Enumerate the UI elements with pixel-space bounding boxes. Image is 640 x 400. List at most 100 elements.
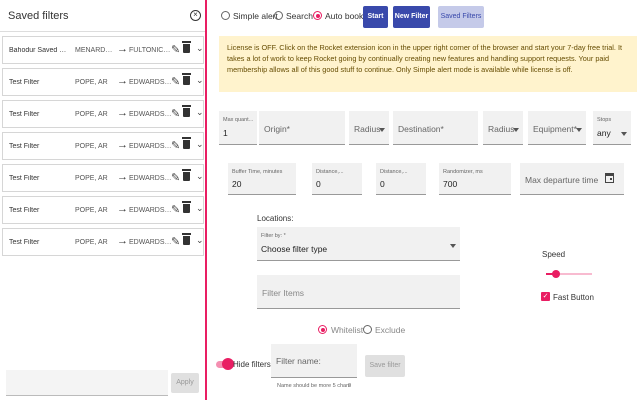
destination-radius-label: Radius <box>488 124 515 134</box>
distance-max-label: Distance,... <box>380 169 408 175</box>
max-quantity-label: Max quant... <box>223 117 254 123</box>
start-button[interactable]: Start <box>363 6 388 28</box>
chevron-down-icon[interactable]: ⌄ <box>196 139 204 150</box>
distance-max-field[interactable]: Distance,... 0 <box>376 163 426 195</box>
edit-icon[interactable]: ✎ <box>171 139 180 152</box>
license-notice: License is OFF. Click on the Rocket exte… <box>219 36 637 92</box>
caret-down-icon <box>379 128 385 132</box>
randomizer-field[interactable]: Randomizer, ms 700 <box>439 163 511 195</box>
distance-min-value: 0 <box>316 179 321 189</box>
trash-icon[interactable] <box>182 169 191 181</box>
destination-radius-select[interactable]: Radius <box>483 111 523 145</box>
filter-origin: POPE, AR <box>75 175 108 182</box>
chevron-down-icon[interactable]: ⌄ <box>196 203 204 214</box>
buffer-time-field[interactable]: Buffer Time, minutes 20 <box>228 163 296 195</box>
edit-icon[interactable]: ✎ <box>171 75 180 88</box>
save-filter-button[interactable]: Save filter <box>365 355 405 377</box>
edit-icon[interactable]: ✎ <box>171 235 180 248</box>
filter-destination: EDWARDS, TX <box>129 239 173 246</box>
edit-icon[interactable]: ✎ <box>171 43 180 56</box>
trash-icon[interactable] <box>182 137 191 149</box>
origin-radius-select[interactable]: Radius <box>349 111 389 145</box>
destination-input[interactable]: Destination* <box>393 111 478 145</box>
mode-search-radio[interactable] <box>274 11 283 20</box>
randomizer-value: 700 <box>443 179 458 189</box>
speed-label: Speed <box>542 250 566 259</box>
saved-filter-row[interactable]: Bahodur Saved Filter MENARDAN... → FULTO… <box>2 36 204 64</box>
speed-slider-thumb[interactable] <box>552 270 560 278</box>
close-icon[interactable]: × <box>190 10 201 21</box>
locations-label: Locations: <box>257 214 294 223</box>
filter-origin: POPE, AR <box>75 111 108 118</box>
chevron-down-icon[interactable]: ⌄ <box>196 107 204 118</box>
trash-icon[interactable] <box>182 233 191 245</box>
stops-select[interactable]: Stops any <box>593 111 631 145</box>
max-departure-time-input[interactable]: Max departure time <box>520 163 624 195</box>
saved-filter-row[interactable]: Test Filter POPE, AR → EDWARDS, TX ✎ ⌄ <box>2 164 204 192</box>
saved-filter-row[interactable]: Test Filter POPE, AR → EDWARDS, TX ✎ ⌄ <box>2 196 204 224</box>
filter-destination: EDWARDS, TX <box>129 207 173 214</box>
filter-name-input[interactable]: Filter name: <box>271 344 357 378</box>
filter-name: Bahodur Saved Filter <box>9 47 67 54</box>
calendar-icon[interactable] <box>605 172 614 183</box>
trash-icon[interactable] <box>182 73 191 85</box>
saved-filter-row[interactable]: Test Filter POPE, AR → EDWARDS, TX ✎ ⌄ <box>2 68 204 96</box>
fast-button-checkbox[interactable]: ✓ <box>541 292 550 301</box>
new-filter-button[interactable]: New Filter <box>393 6 430 28</box>
stops-label: Stops <box>597 117 612 123</box>
filter-name: Test Filter <box>9 239 40 246</box>
equipment-label: Equipment* <box>533 124 577 134</box>
origin-input[interactable]: Origin* <box>259 111 345 145</box>
filter-origin: MENARDAN... <box>75 47 115 54</box>
filter-origin: POPE, AR <box>75 143 108 150</box>
mode-auto-book-radio[interactable] <box>313 11 322 20</box>
filter-by-label: Filter by: * <box>261 233 286 239</box>
filter-destination: EDWARDS, TX <box>129 175 173 182</box>
filter-name-counter: 0 <box>348 383 352 389</box>
exclude-radio[interactable] <box>363 325 372 334</box>
buffer-time-value: 20 <box>232 179 242 189</box>
mode-simple-alert-radio[interactable] <box>221 11 230 20</box>
saved-filter-row[interactable]: Test Filter POPE, AR → EDWARDS, TX ✎ ⌄ <box>2 132 204 160</box>
max-quantity-value: 1 <box>223 128 228 138</box>
saved-filter-row[interactable]: Test Filter POPE, AR → EDWARDS, TX ✎ ⌄ <box>2 100 204 128</box>
edit-icon[interactable]: ✎ <box>171 171 180 184</box>
caret-down-icon <box>621 132 627 136</box>
filter-origin: POPE, AR <box>75 207 108 214</box>
filter-name: Test Filter <box>9 79 40 86</box>
max-quantity-field[interactable]: Max quant... 1 <box>219 111 257 145</box>
saved-filters-search-input[interactable] <box>6 370 168 396</box>
distance-min-field[interactable]: Distance,... 0 <box>312 163 362 195</box>
filter-items-placeholder: Filter Items <box>262 288 305 298</box>
chevron-down-icon[interactable]: ⌄ <box>196 75 204 86</box>
caret-down-icon <box>576 128 582 132</box>
whitelist-radio[interactable] <box>318 325 327 334</box>
saved-filters-button[interactable]: Saved Filters <box>438 6 484 28</box>
saved-filters-header: Saved filters × <box>0 0 205 32</box>
edit-icon[interactable]: ✎ <box>171 107 180 120</box>
chevron-down-icon[interactable]: ⌄ <box>196 171 204 182</box>
chevron-down-icon[interactable]: ⌄ <box>196 235 204 246</box>
filter-destination: FULTONICAT... <box>129 47 173 54</box>
hide-filters-label: Hide filters <box>233 360 271 369</box>
filter-by-select[interactable]: Filter by: * Choose filter type <box>257 227 460 261</box>
trash-icon[interactable] <box>182 41 191 53</box>
arrow-right-icon: → <box>117 171 128 183</box>
filter-origin: POPE, AR <box>75 79 108 86</box>
arrow-right-icon: → <box>117 75 128 87</box>
arrow-right-icon: → <box>117 203 128 215</box>
saved-filters-panel: Saved filters × Bahodur Saved Filter MEN… <box>0 0 207 400</box>
origin-placeholder: Origin* <box>264 124 290 134</box>
filter-name: Test Filter <box>9 111 40 118</box>
exclude-label: Exclude <box>375 325 406 335</box>
trash-icon[interactable] <box>182 201 191 213</box>
filter-destination: EDWARDS, TX <box>129 143 173 150</box>
chevron-down-icon[interactable]: ⌄ <box>196 43 204 54</box>
filter-name: Test Filter <box>9 175 40 182</box>
saved-filter-row[interactable]: Test Filter POPE, AR → EDWARDS, TX ✎ ⌄ <box>2 228 204 256</box>
filter-items-input[interactable]: Filter Items <box>257 275 460 309</box>
apply-button[interactable]: Apply <box>171 373 199 393</box>
trash-icon[interactable] <box>182 105 191 117</box>
edit-icon[interactable]: ✎ <box>171 203 180 216</box>
equipment-select[interactable]: Equipment* <box>528 111 586 145</box>
